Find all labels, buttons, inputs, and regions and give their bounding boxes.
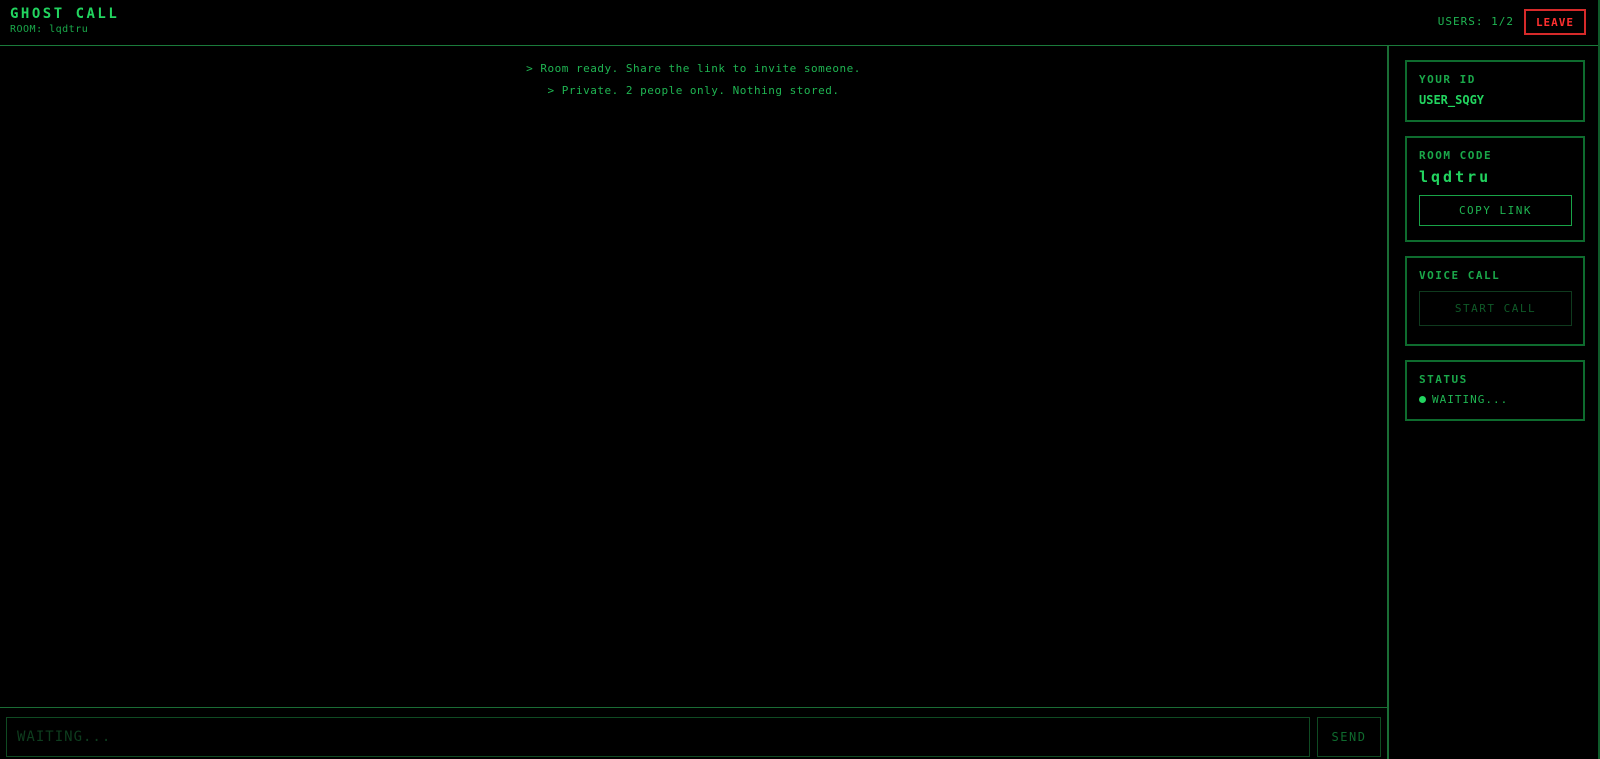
system-message: > Private. 2 people only. Nothing stored… bbox=[547, 84, 840, 97]
message-input[interactable] bbox=[6, 717, 1310, 757]
status-dot-icon bbox=[1419, 396, 1426, 403]
leave-button[interactable]: LEAVE bbox=[1524, 9, 1586, 35]
status-card: STATUS WAITING... bbox=[1405, 360, 1585, 421]
users-count: USERS: 1/2 bbox=[1437, 15, 1514, 28]
room-code-card: ROOM CODE lqdtru COPY LINK bbox=[1405, 136, 1585, 242]
status-label: STATUS bbox=[1419, 373, 1468, 386]
voice-call-label: VOICE CALL bbox=[1419, 269, 1501, 282]
room-code-value: lqdtru bbox=[1419, 168, 1492, 186]
app-window: GHOST CALL ROOM: lqdtru USERS: 1/2 LEAVE… bbox=[0, 0, 1600, 759]
voice-call-card: VOICE CALL START CALL bbox=[1405, 256, 1585, 346]
system-message: > Room ready. Share the link to invite s… bbox=[526, 62, 861, 75]
status-indicator: WAITING... bbox=[1419, 393, 1571, 406]
your-id-value: USER_SQGY bbox=[1419, 93, 1485, 107]
app-title: GHOST CALL bbox=[10, 6, 120, 22]
message-composer: SEND bbox=[0, 707, 1389, 759]
start-call-button[interactable]: START CALL bbox=[1419, 291, 1572, 326]
room-code-label: ROOM CODE bbox=[1419, 149, 1493, 162]
top-bar: GHOST CALL ROOM: lqdtru USERS: 1/2 LEAVE bbox=[0, 0, 1598, 46]
copy-link-button[interactable]: COPY LINK bbox=[1419, 195, 1572, 226]
send-button[interactable]: SEND bbox=[1317, 717, 1381, 757]
sidebar: YOUR ID USER_SQGY ROOM CODE lqdtru COPY … bbox=[1391, 46, 1598, 759]
status-value: WAITING... bbox=[1432, 393, 1509, 406]
chat-log: > Room ready. Share the link to invite s… bbox=[0, 46, 1389, 707]
room-indicator: ROOM: lqdtru bbox=[10, 24, 89, 35]
your-id-label: YOUR ID bbox=[1419, 73, 1476, 86]
your-id-card: YOUR ID USER_SQGY bbox=[1405, 60, 1585, 122]
